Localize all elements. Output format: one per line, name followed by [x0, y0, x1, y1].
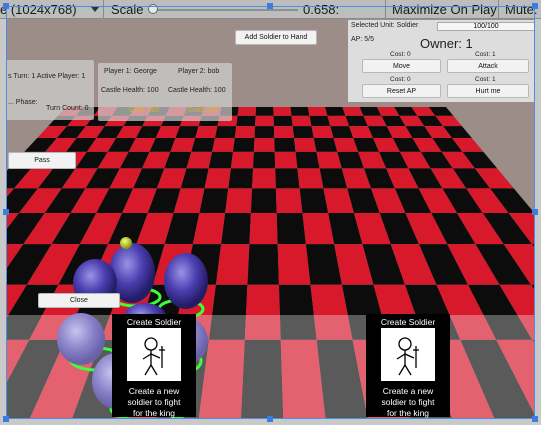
- chevron-down-icon: [91, 7, 99, 12]
- projectile-ball: [120, 237, 132, 249]
- board-tile[interactable]: [292, 126, 314, 138]
- board-tile[interactable]: [274, 151, 298, 169]
- board-tile[interactable]: [275, 168, 300, 189]
- board-tile[interactable]: [191, 137, 215, 152]
- move-cost: Cost: 0: [390, 51, 411, 58]
- board-tile[interactable]: [195, 126, 218, 138]
- card-create-soldier[interactable]: Create Soldier Create a new soldier to f…: [112, 314, 196, 418]
- board-tile[interactable]: [276, 213, 306, 245]
- card-title: Create Soldier: [380, 317, 436, 327]
- turn-text: s Turn: 1 Active Player: 1: [8, 73, 86, 80]
- hurt-cost: Cost: 1: [475, 76, 496, 83]
- resize-handle[interactable]: [532, 3, 538, 9]
- toolbar-divider: [498, 0, 499, 19]
- board-tile[interactable]: [237, 107, 256, 116]
- board-tile[interactable]: [230, 151, 254, 169]
- add-soldier-to-hand-button[interactable]: Add Soldier to Hand: [235, 30, 317, 45]
- toolbar-divider: [385, 0, 386, 19]
- board-tile[interactable]: [273, 107, 292, 116]
- resize-handle[interactable]: [3, 416, 9, 422]
- board-tile[interactable]: [234, 126, 256, 138]
- board-tile[interactable]: [236, 115, 256, 127]
- attack-button[interactable]: Attack: [447, 59, 529, 73]
- board-tile[interactable]: [232, 137, 255, 152]
- board-tile[interactable]: [228, 168, 254, 189]
- board-tile[interactable]: [311, 126, 334, 138]
- move-button[interactable]: Move: [362, 59, 441, 73]
- board-tile[interactable]: [249, 213, 278, 245]
- board-tile[interactable]: [255, 107, 274, 116]
- board-tile[interactable]: [295, 151, 320, 169]
- board-tile[interactable]: [299, 188, 329, 214]
- scale-slider-thumb[interactable]: [148, 4, 158, 14]
- resize-handle[interactable]: [267, 3, 273, 9]
- player1-gold: Gold: 500: [129, 107, 160, 114]
- card-description: Create a new soldier to fight for the ki…: [127, 386, 181, 418]
- selected-unit-label: Selected Unit: Soldier: [351, 22, 419, 29]
- resolution-label: e (1024x768): [0, 2, 77, 17]
- card-description: Create a new soldier to fight for the ki…: [381, 386, 435, 418]
- resize-handle[interactable]: [532, 416, 538, 422]
- board-tile[interactable]: [290, 107, 310, 116]
- unit-ap: AP: 5/5: [351, 36, 374, 43]
- reset-ap-button[interactable]: Reset AP: [362, 84, 441, 98]
- board-tile[interactable]: [214, 126, 237, 138]
- board-tile[interactable]: [221, 213, 251, 245]
- scale-label: Scale: [111, 2, 144, 17]
- board-tile[interactable]: [255, 115, 274, 127]
- resize-handle[interactable]: [3, 209, 9, 215]
- board-tile[interactable]: [212, 137, 235, 152]
- board-tile[interactable]: [275, 188, 303, 214]
- board-tile[interactable]: [254, 126, 275, 138]
- resize-handle[interactable]: [3, 3, 9, 9]
- close-hand-button[interactable]: Close: [38, 293, 120, 308]
- maximize-on-play-toggle[interactable]: Maximize On Play: [392, 0, 497, 19]
- board-tile[interactable]: [325, 107, 346, 116]
- board-tile[interactable]: [204, 168, 231, 189]
- player2-name: Player 2: bob: [178, 68, 220, 75]
- reset-ap-cost: Cost: 0: [390, 76, 411, 83]
- player2-castle-health: Castle Health: 100: [168, 87, 226, 94]
- card-title: Create Soldier: [126, 317, 182, 327]
- board-tile[interactable]: [247, 244, 279, 285]
- board-tile[interactable]: [327, 115, 350, 127]
- phase-text: ... Phase:: [8, 99, 38, 106]
- board-tile[interactable]: [252, 168, 276, 189]
- soldier-stick-figure-icon: [127, 328, 181, 381]
- board-tile[interactable]: [253, 137, 275, 152]
- unit-owner: Owner: 1: [420, 36, 473, 51]
- board-tile[interactable]: [294, 137, 317, 152]
- game-scene[interactable]: Add Soldier to Hand s Turn: 1 Active Pla…: [6, 19, 535, 419]
- scale-value: 0.658:: [303, 2, 340, 17]
- player1-castle-health: Castle Health: 100: [101, 87, 159, 94]
- board-tile[interactable]: [277, 244, 311, 285]
- board-tile[interactable]: [208, 151, 233, 169]
- board-tile[interactable]: [273, 126, 295, 138]
- turn-count: Turn Count: 0: [46, 105, 89, 112]
- scale-slider[interactable]: [150, 9, 298, 11]
- board-tile[interactable]: [313, 137, 338, 152]
- board-tile[interactable]: [253, 151, 276, 169]
- attack-cost: Cost: 1: [475, 51, 496, 58]
- pass-button[interactable]: Pass: [8, 152, 76, 169]
- board-tile[interactable]: [291, 115, 312, 127]
- resize-handle[interactable]: [267, 416, 273, 422]
- unity-editor-game-view: e (1024x768) Scale 0.658: Maximize On Pl…: [0, 0, 541, 425]
- board-tile[interactable]: [273, 115, 293, 127]
- resolution-dropdown[interactable]: e (1024x768): [0, 0, 104, 19]
- soldier-stick-figure-icon: [381, 328, 435, 381]
- resize-handle[interactable]: [532, 209, 538, 215]
- board-tile[interactable]: [225, 188, 253, 214]
- board-tile[interactable]: [274, 137, 296, 152]
- player1-name: Player 1: George: [104, 68, 157, 75]
- board-tile[interactable]: [250, 188, 277, 214]
- board-tile[interactable]: [215, 244, 250, 285]
- board-tile[interactable]: [297, 168, 324, 189]
- unit-health-bar: 100/100: [437, 22, 535, 31]
- player2-gold: Gold: 500: [188, 107, 219, 114]
- board-tile[interactable]: [307, 107, 328, 116]
- hurt-me-button[interactable]: Hurt me: [447, 84, 529, 98]
- board-tile[interactable]: [309, 115, 331, 127]
- card-create-soldier[interactable]: Create Soldier Create a new soldier to f…: [366, 314, 450, 418]
